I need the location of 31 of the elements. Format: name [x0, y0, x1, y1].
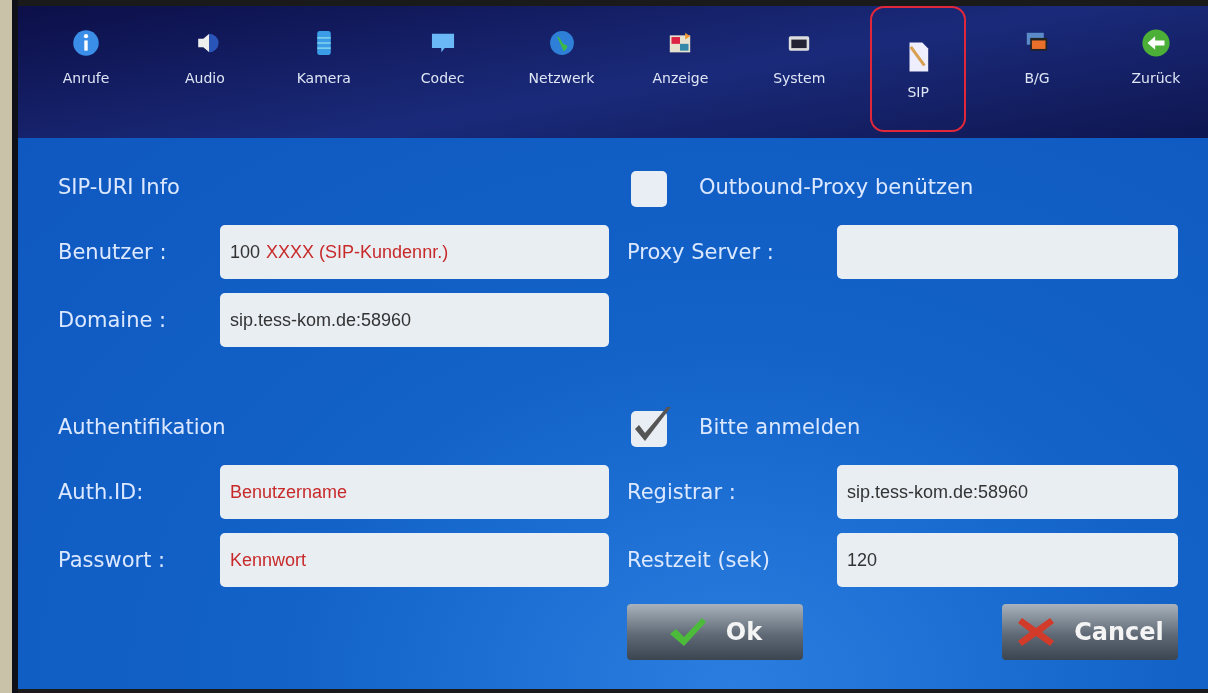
input-field[interactable] [837, 225, 1178, 279]
toolbar-tab[interactable]: Netzwerk [513, 6, 610, 132]
checkbox-label: Bitte anmelden [699, 415, 861, 439]
toolbar-tab[interactable]: SIP [870, 6, 967, 132]
input-field[interactable]: sip.tess-kom.de:58960 [837, 465, 1178, 519]
input-field[interactable]: 120 [837, 533, 1178, 587]
toolbar-tab[interactable]: Audio [156, 6, 253, 132]
field-label: Benutzer : [58, 240, 168, 264]
input-field[interactable]: Kennwort [220, 533, 609, 587]
field-label: Restzeit (sek) [627, 548, 771, 572]
toolbar-tab[interactable]: Anrufe [38, 6, 134, 132]
field-label: Registrar : [627, 480, 737, 504]
toolbar-tab[interactable]: B/G [989, 6, 1085, 132]
field-label: Domaine : [58, 308, 168, 332]
checkbox-label: Outbound-Proxy benützen [699, 175, 974, 199]
field-label: Auth.ID: [58, 480, 145, 504]
toolbar-tab[interactable]: Anzeige [632, 6, 729, 132]
close-icon [1016, 616, 1057, 648]
toolbar-tab[interactable]: Kamera [275, 6, 372, 132]
cancel-button[interactable]: Cancel [1002, 604, 1178, 660]
section-title: SIP-URI Info [58, 175, 180, 199]
toolbar-tab[interactable]: Zurück [1107, 6, 1204, 132]
input-field[interactable]: 100 XXXX (SIP-Kundennr.) [220, 225, 609, 279]
toolbar-tab[interactable]: Codec [394, 6, 491, 132]
field-label: Passwort : [58, 548, 167, 572]
input-field[interactable]: sip.tess-kom.de:58960 [220, 293, 609, 347]
toolbar-tab[interactable]: System [751, 6, 848, 132]
field-label: Proxy Server : [627, 240, 775, 264]
input-field[interactable]: Benutzername [220, 465, 609, 519]
section-title: Authentifikation [58, 415, 226, 439]
ok-button[interactable]: Ok [627, 604, 803, 660]
